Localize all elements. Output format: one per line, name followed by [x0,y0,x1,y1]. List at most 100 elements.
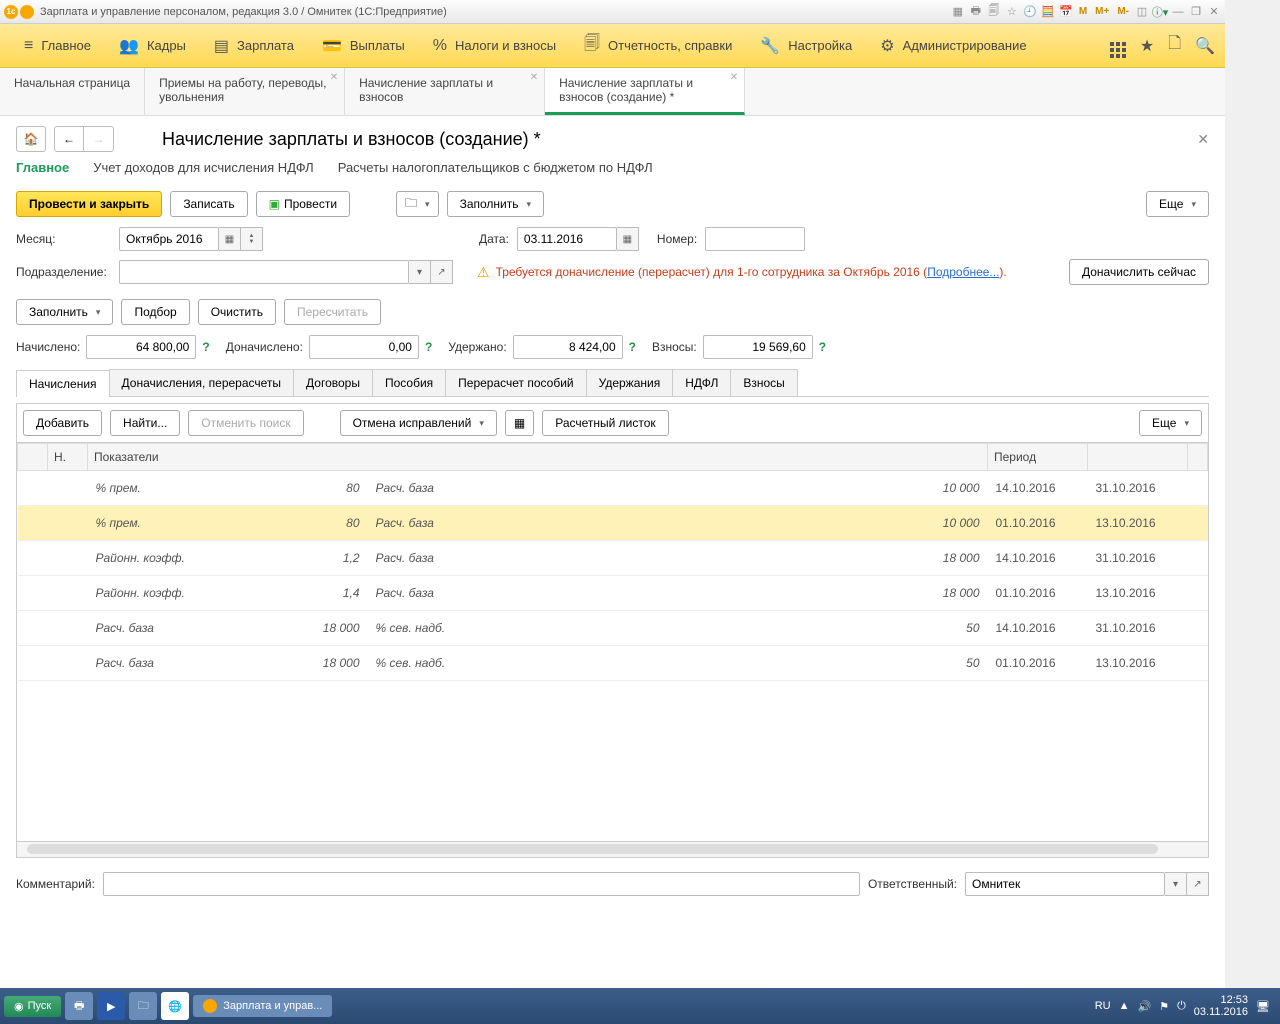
table-row[interactable]: Расч. база18 000% сев. надб.5014.10.2016… [18,611,1208,646]
month-stepper[interactable]: ▲▼ [241,227,263,251]
main-menu-item[interactable]: 💳Выплаты [308,32,419,59]
back-button[interactable]: ← [54,126,84,152]
sub-nav-item[interactable]: Главное [16,160,69,175]
taskbar-icon[interactable]: ▶ [97,992,125,1020]
accruals-table[interactable]: Н. Показатели Период % прем.80Расч. база… [16,442,1209,842]
inner-tab[interactable]: Начисления [16,370,110,397]
sub-nav-item[interactable]: Учет доходов для исчисления НДФЛ [93,160,313,175]
table-row[interactable]: Районн. коэфф.1,4Расч. база18 00001.10.2… [18,576,1208,611]
table-row[interactable]: Районн. коэфф.1,2Расч. база18 00014.10.2… [18,541,1208,576]
division-dropdown-icon[interactable]: ▾ [409,260,431,284]
division-open-icon[interactable]: ↗ [431,260,453,284]
date-picker-icon[interactable]: ▦ [617,227,639,251]
forward-button[interactable]: → [84,126,114,152]
table-row[interactable]: % прем.80Расч. база10 00014.10.201631.10… [18,471,1208,506]
m-minus-button[interactable]: M- [1115,5,1131,19]
fill-button[interactable]: Заполнить [447,191,544,217]
responsible-field[interactable] [965,872,1165,896]
tray-icon[interactable]: ▲ [1119,1000,1130,1012]
inner-tab[interactable]: Пособия [372,369,446,396]
table-row[interactable]: Расч. база18 000% сев. надб.5001.10.2016… [18,646,1208,681]
table-row[interactable]: % прем.80Расч. база10 00001.10.201613.10… [18,506,1208,541]
inner-tab[interactable]: Доначисления, перерасчеты [109,369,294,396]
history-icon[interactable]: 🗋 [1168,32,1181,59]
tray-lang[interactable]: RU [1095,1000,1111,1012]
taskbar-icon[interactable]: 🌐 [161,992,189,1020]
main-menu-item[interactable]: 🔧Настройка [746,32,866,59]
document-tab[interactable]: Приемы на работу, переводы, увольнения✕ [145,68,345,115]
additional-accrual-button[interactable]: Доначислить сейчас [1069,259,1209,285]
toolbar-icon[interactable]: 🖶 [969,5,983,19]
tray-clock[interactable]: 12:53 03.11.2016 [1194,994,1248,1018]
document-tab[interactable]: Начальная страница [0,68,145,115]
close-icon[interactable]: ✕ [1207,5,1221,19]
main-menu-item[interactable]: 👥Кадры [105,32,200,59]
tab-close-icon[interactable]: ✕ [730,72,738,83]
additional-field[interactable] [309,335,419,359]
help-icon[interactable]: ? [629,340,636,354]
close-page-icon[interactable]: ✕ [1197,131,1209,148]
inner-tab[interactable]: НДФЛ [672,369,731,396]
responsible-dropdown-icon[interactable]: ▾ [1165,872,1187,896]
contributions-field[interactable] [703,335,813,359]
main-menu-item[interactable]: %Налоги и взносы [419,32,570,59]
post-and-close-button[interactable]: Провести и закрыть [16,191,162,217]
help-icon[interactable]: ? [425,340,432,354]
inner-tab[interactable]: Удержания [586,369,674,396]
toolbar-icon[interactable]: 🧮 [1041,5,1055,19]
start-button[interactable]: ◉ Пуск [4,996,61,1017]
maximize-icon[interactable]: ❐ [1189,5,1203,19]
tray-icon[interactable]: 🖥 [1256,1000,1270,1013]
tab-close-icon[interactable]: ✕ [530,72,538,83]
division-field[interactable] [119,260,409,284]
clear-button[interactable]: Очистить [198,299,276,325]
inner-tab[interactable]: Перерасчет пособий [445,369,586,396]
number-field[interactable] [705,227,805,251]
accrued-field[interactable] [86,335,196,359]
tab-close-icon[interactable]: ✕ [330,72,338,83]
apps-grid-icon[interactable] [1110,33,1126,58]
table-horizontal-scrollbar[interactable] [16,842,1209,858]
inner-tab[interactable]: Взносы [730,369,797,396]
attach-button[interactable]: 🗀 [396,191,439,217]
col-period[interactable]: Период [988,444,1088,471]
col-indicators[interactable]: Показатели [88,444,988,471]
toolbar-icon[interactable]: 🕘 [1023,5,1037,19]
col-n[interactable]: Н. [48,444,88,471]
minimize-icon[interactable]: — [1171,5,1185,19]
warning-details-link[interactable]: Подробнее... [927,265,999,279]
table-more-button[interactable]: Еще [1139,410,1202,436]
fill-table-button[interactable]: Заполнить [16,299,113,325]
inner-tab[interactable]: Договоры [293,369,373,396]
taskbar-task[interactable]: Зарплата и управ... [193,995,332,1017]
withheld-field[interactable] [513,335,623,359]
toolbar-icon[interactable]: ☆ [1005,5,1019,19]
taskbar-icon[interactable]: 🗀 [129,992,157,1020]
document-tab[interactable]: Начисление зарплаты и взносов (создание)… [545,68,745,115]
search-icon[interactable]: 🔍 [1195,36,1215,56]
post-button[interactable]: ▣Провести [256,191,350,217]
save-button[interactable]: Записать [170,191,247,217]
toolbar-icon[interactable]: ▦ [951,5,965,19]
tray-icon[interactable]: ⚑ [1159,1000,1169,1013]
help-icon[interactable]: ? [819,340,826,354]
month-picker-icon[interactable]: ▦ [219,227,241,251]
comment-field[interactable] [103,872,860,896]
date-field[interactable] [517,227,617,251]
columns-button[interactable]: ▦ [505,410,534,436]
month-field[interactable] [119,227,219,251]
main-menu-item[interactable]: 🗐Отчетность, справки [570,32,746,59]
add-row-button[interactable]: Добавить [23,410,102,436]
toolbar-icon[interactable]: 🗐 [987,5,1001,19]
taskbar-icon[interactable]: 🖶 [65,992,93,1020]
sub-nav-item[interactable]: Расчеты налогоплательщиков с бюджетом по… [338,160,653,175]
favorites-icon[interactable]: ★ [1140,36,1154,56]
document-tab[interactable]: Начисление зарплаты и взносов✕ [345,68,545,115]
find-button[interactable]: Найти... [110,410,180,436]
responsible-open-icon[interactable]: ↗ [1187,872,1209,896]
toolbar-icon[interactable]: 📅 [1059,5,1073,19]
help-icon[interactable]: ? [202,340,209,354]
main-menu-item[interactable]: ≡Главное [10,32,105,59]
m-button[interactable]: M [1077,5,1089,19]
tray-icon[interactable]: ⏻ [1177,1000,1186,1013]
